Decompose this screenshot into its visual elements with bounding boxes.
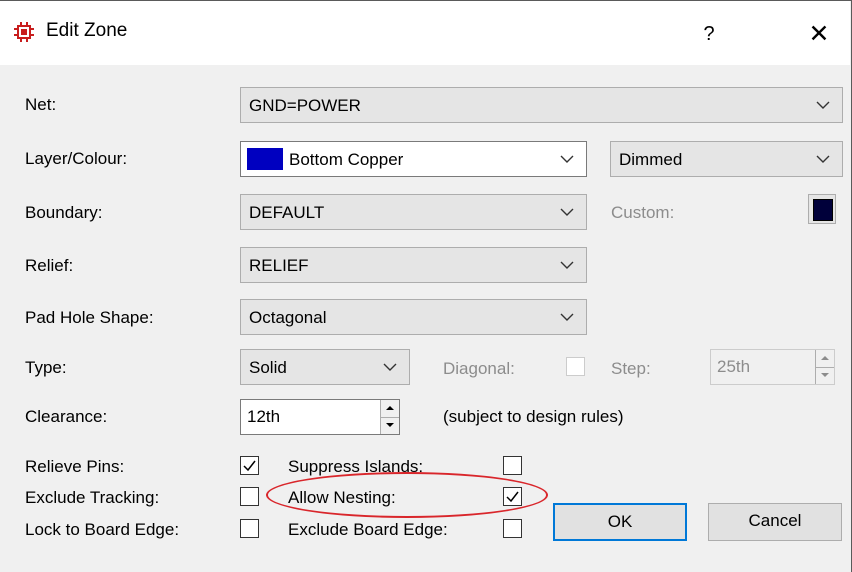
- exclude-board-edge-checkbox[interactable]: [503, 519, 522, 538]
- suppress-islands-label: Suppress Islands:: [288, 457, 424, 476]
- layer-dropdown[interactable]: Bottom Copper: [240, 141, 587, 177]
- pad-hole-dropdown[interactable]: Octagonal: [240, 299, 587, 335]
- net-value: GND=POWER: [249, 96, 361, 115]
- clearance-field[interactable]: 12th: [240, 399, 400, 435]
- spin-up-icon: [386, 406, 394, 410]
- title-bar: Edit Zone ? ✕: [0, 1, 850, 65]
- relieve-pins-checkbox[interactable]: [240, 456, 259, 475]
- chevron-down-icon: [560, 155, 574, 163]
- allow-nesting-checkbox[interactable]: [503, 487, 522, 506]
- chevron-down-icon: [560, 261, 574, 269]
- chevron-down-icon: [816, 155, 830, 163]
- boundary-value: DEFAULT: [249, 203, 325, 222]
- clearance-label: Clearance:: [25, 407, 108, 426]
- diagonal-label: Diagonal:: [443, 359, 515, 378]
- spin-down-icon: [821, 373, 829, 377]
- help-button[interactable]: ?: [686, 14, 732, 54]
- layer-mode-dropdown[interactable]: Dimmed: [610, 141, 843, 177]
- spin-down-icon: [386, 423, 394, 427]
- net-dropdown[interactable]: GND=POWER: [240, 87, 843, 123]
- check-icon: [243, 460, 256, 472]
- net-label: Net:: [25, 95, 57, 114]
- step-label: Step:: [611, 359, 651, 378]
- boundary-label: Boundary:: [25, 203, 103, 222]
- chevron-down-icon: [383, 363, 397, 371]
- relief-label: Relief:: [25, 256, 74, 275]
- pad-hole-label: Pad Hole Shape:: [25, 308, 154, 327]
- pad-hole-value: Octagonal: [249, 308, 327, 327]
- custom-color-button[interactable]: [808, 194, 836, 224]
- layer-label: Layer/Colour:: [25, 149, 128, 168]
- chevron-down-icon: [560, 208, 574, 216]
- edit-zone-dialog: Edit Zone ? ✕ Net: GND=POWER Layer/Colou…: [0, 0, 852, 572]
- chevron-down-icon: [816, 101, 830, 109]
- type-value: Solid: [249, 358, 287, 377]
- check-icon: [506, 491, 519, 503]
- lock-board-edge-checkbox[interactable]: [240, 519, 259, 538]
- clearance-spinner[interactable]: [380, 400, 399, 434]
- type-dropdown[interactable]: Solid: [240, 349, 410, 385]
- clearance-note: (subject to design rules): [443, 407, 624, 426]
- ok-button[interactable]: OK: [553, 503, 687, 541]
- allow-nesting-label: Allow Nesting:: [288, 488, 396, 507]
- window-title: Edit Zone: [46, 20, 128, 41]
- exclude-tracking-label: Exclude Tracking:: [25, 488, 160, 507]
- step-spinner[interactable]: [815, 350, 834, 384]
- close-button[interactable]: ✕: [796, 14, 842, 54]
- exclude-board-edge-label: Exclude Board Edge:: [288, 520, 448, 539]
- chevron-down-icon: [560, 313, 574, 321]
- layer-color-swatch: [247, 148, 283, 170]
- boundary-dropdown[interactable]: DEFAULT: [240, 194, 587, 230]
- custom-color-swatch: [813, 199, 833, 221]
- suppress-islands-checkbox[interactable]: [503, 456, 522, 475]
- layer-value: Bottom Copper: [289, 150, 404, 169]
- custom-label: Custom:: [611, 203, 675, 222]
- relief-value: RELIEF: [249, 256, 309, 275]
- diagonal-checkbox[interactable]: [566, 357, 585, 376]
- relief-dropdown[interactable]: RELIEF: [240, 247, 587, 283]
- step-value: 25th: [717, 357, 751, 376]
- step-field[interactable]: 25th: [710, 349, 835, 385]
- chip-icon: [14, 22, 34, 42]
- layer-mode-value: Dimmed: [619, 150, 683, 169]
- exclude-tracking-checkbox[interactable]: [240, 487, 259, 506]
- spin-up-icon: [821, 356, 829, 360]
- lock-board-edge-label: Lock to Board Edge:: [25, 520, 180, 539]
- type-label: Type:: [25, 358, 67, 377]
- clearance-value: 12th: [247, 407, 281, 426]
- relieve-pins-label: Relieve Pins:: [25, 457, 125, 476]
- cancel-button[interactable]: Cancel: [708, 503, 842, 541]
